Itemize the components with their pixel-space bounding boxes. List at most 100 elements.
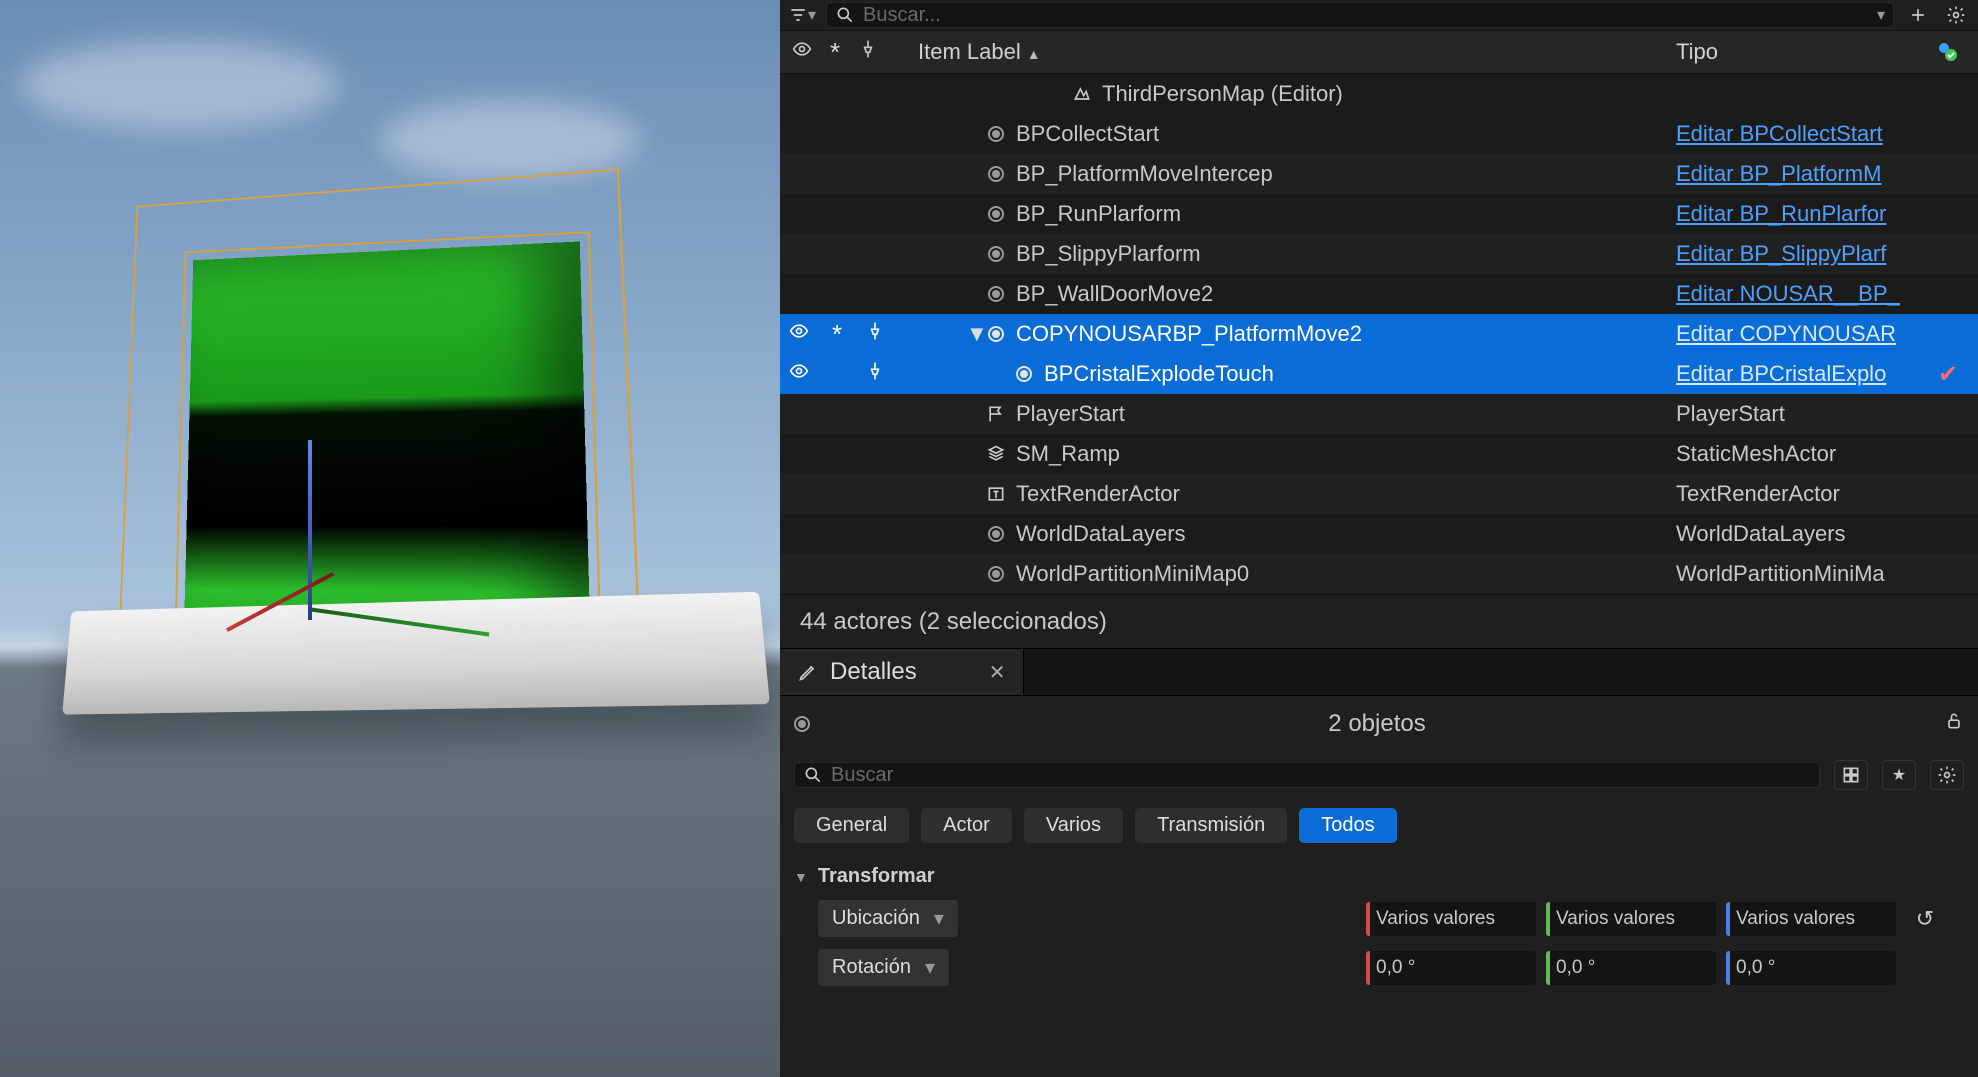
close-icon[interactable]: ✕ [989, 660, 1006, 685]
rotation-dropdown[interactable]: Rotación ▾ [818, 949, 949, 986]
outliner-item-label: WorldDataLayers [1016, 521, 1676, 547]
item-type-icon [984, 286, 1008, 302]
details-filter-pills: General Actor Varios Transmisión Todos [780, 798, 1978, 853]
actor-icon [794, 716, 810, 732]
search-icon [803, 765, 823, 785]
filter-todos[interactable]: Todos [1299, 808, 1396, 843]
filter-general[interactable]: General [794, 808, 909, 843]
visibility-column-icon[interactable] [792, 39, 812, 65]
translate-gizmo[interactable] [260, 540, 460, 740]
expander-icon[interactable]: ▼ [966, 321, 984, 347]
favorites-button[interactable]: ★ [1882, 760, 1916, 790]
outliner-item-type[interactable]: Editar BP_RunPlarfor [1676, 201, 1926, 227]
lock-icon[interactable] [1944, 711, 1964, 737]
outliner-item-type[interactable]: Editar BPCollectStart [1676, 121, 1926, 147]
outliner-row[interactable]: BP_WallDoorMove2Editar NOUSAR__BP_ [780, 274, 1978, 314]
item-type-icon [984, 126, 1008, 142]
outliner-row[interactable]: PlayerStartPlayerStart [780, 394, 1978, 434]
item-type-icon [984, 326, 1008, 342]
outliner-item-type[interactable]: Editar BP_PlatformM [1676, 161, 1926, 187]
details-tab[interactable]: Detalles ✕ [780, 649, 1024, 695]
outliner-item-type[interactable]: Editar BPCristalExplo [1676, 361, 1926, 387]
chevron-down-icon: ▼ [794, 869, 808, 885]
outliner-row[interactable]: BP_PlatformMoveIntercepEditar BP_Platfor… [780, 154, 1978, 194]
reset-location-button[interactable]: ↺ [1910, 906, 1940, 932]
transform-section-header[interactable]: ▼ Transformar [794, 859, 1964, 894]
settings-button[interactable] [1942, 3, 1970, 27]
outliner-item-label: PlayerStart [1016, 401, 1676, 427]
outliner-search-input[interactable] [863, 4, 1869, 27]
location-z-input[interactable]: Varios valores [1726, 902, 1896, 936]
rotation-z-input[interactable]: 0,0 ° [1726, 951, 1896, 985]
location-y-input[interactable]: Varios valores [1546, 902, 1716, 936]
viewport-3d[interactable] [0, 0, 780, 1077]
chevron-down-icon: ▾ [934, 906, 944, 931]
details-summary: 2 objetos [780, 696, 1978, 752]
transform-section: ▼ Transformar Ubicación ▾ Varios valores… [780, 853, 1978, 998]
object-count-label: 2 objetos [824, 710, 1930, 738]
outliner-root-row[interactable]: ThirdPersonMap (Editor) [780, 74, 1978, 114]
outliner-item-label: TextRenderActor [1016, 481, 1676, 507]
outliner-row[interactable]: SM_RampStaticMeshActor [780, 434, 1978, 474]
source-control-column[interactable] [1926, 40, 1970, 64]
sky-decoration [380, 100, 640, 180]
item-type-icon [1012, 366, 1036, 382]
outliner-column-headers: * Item Label▲ Tipo [780, 30, 1978, 74]
outliner-item-type[interactable]: Editar NOUSAR__BP_ [1676, 281, 1926, 307]
pin-toggle[interactable] [864, 321, 886, 347]
item-type-icon [984, 206, 1008, 222]
outliner-row[interactable]: BPCollectStartEditar BPCollectStart [780, 114, 1978, 154]
outliner-item-type[interactable]: Editar BP_SlippyPlarf [1676, 241, 1926, 267]
filter-varios[interactable]: Varios [1024, 808, 1123, 843]
outliner-row[interactable]: *▼COPYNOUSARBP_PlatformMove2Editar COPYN… [780, 314, 1978, 354]
pin-column-icon[interactable] [858, 39, 878, 65]
outliner-item-label: BPCollectStart [1016, 121, 1676, 147]
location-dropdown[interactable]: Ubicación ▾ [818, 900, 958, 937]
outliner-row[interactable]: BP_SlippyPlarformEditar BP_SlippyPlarf [780, 234, 1978, 274]
outliner-item-label: BP_PlatformMoveIntercep [1016, 161, 1676, 187]
outliner-row[interactable]: WorldPartitionMiniMap0WorldPartitionMini… [780, 554, 1978, 594]
add-button[interactable] [1904, 3, 1932, 27]
outliner-item-label: COPYNOUSARBP_PlatformMove2 [1016, 321, 1676, 347]
details-search[interactable] [794, 762, 1820, 788]
item-type-icon [984, 444, 1008, 464]
rotation-row: Rotación ▾ 0,0 ° 0,0 ° 0,0 ° ↺ [794, 943, 1964, 992]
sort-asc-icon: ▲ [1027, 46, 1041, 62]
item-type-icon [984, 246, 1008, 262]
filter-menu-button[interactable]: ▾ [788, 3, 816, 27]
details-settings-button[interactable] [1930, 760, 1964, 790]
chevron-down-icon[interactable]: ▾ [1877, 5, 1885, 25]
outliner-row[interactable]: WorldDataLayersWorldDataLayers [780, 514, 1978, 554]
right-panel: ▾ ▾ * Item Label▲ Tipo ThirdPersonMap (E… [780, 0, 1978, 1077]
outliner-row[interactable]: BP_RunPlarformEditar BP_RunPlarfor [780, 194, 1978, 234]
outliner-search[interactable]: ▾ [826, 2, 1894, 28]
gizmo-axis-z[interactable] [308, 440, 312, 620]
details-search-row: ★ [780, 752, 1978, 798]
outliner-row[interactable]: TextRenderActorTextRenderActor [780, 474, 1978, 514]
visibility-toggle[interactable] [788, 321, 810, 347]
outliner-item-label: BP_WallDoorMove2 [1016, 281, 1676, 307]
location-label: Ubicación [832, 907, 920, 930]
dirty-column-icon[interactable]: * [830, 37, 840, 68]
pin-toggle[interactable] [864, 361, 886, 387]
item-type-icon [984, 566, 1008, 582]
outliner-item-type: StaticMeshActor [1676, 441, 1926, 467]
type-header[interactable]: Tipo [1676, 39, 1926, 65]
outliner-row[interactable]: BPCristalExplodeTouchEditar BPCristalExp… [780, 354, 1978, 394]
outliner-item-label: BP_RunPlarform [1016, 201, 1676, 227]
rotation-x-input[interactable]: 0,0 ° [1366, 951, 1536, 985]
filter-actor[interactable]: Actor [921, 808, 1012, 843]
outliner-toolbar: ▾ ▾ [780, 0, 1978, 30]
outliner-item-label: ThirdPersonMap (Editor) [1102, 81, 1676, 107]
details-search-input[interactable] [831, 764, 1811, 787]
location-x-input[interactable]: Varios valores [1366, 902, 1536, 936]
visibility-toggle[interactable] [788, 361, 810, 387]
rotation-y-input[interactable]: 0,0 ° [1546, 951, 1716, 985]
item-label-header[interactable]: Item Label▲ [918, 39, 1676, 65]
outliner-item-label: BP_SlippyPlarform [1016, 241, 1676, 267]
sky-decoration [20, 40, 340, 130]
filter-transmision[interactable]: Transmisión [1135, 808, 1287, 843]
outliner-item-type[interactable]: Editar COPYNOUSAR [1676, 321, 1926, 347]
property-matrix-button[interactable] [1834, 760, 1868, 790]
world-outliner: ThirdPersonMap (Editor)BPCollectStartEdi… [780, 74, 1978, 594]
